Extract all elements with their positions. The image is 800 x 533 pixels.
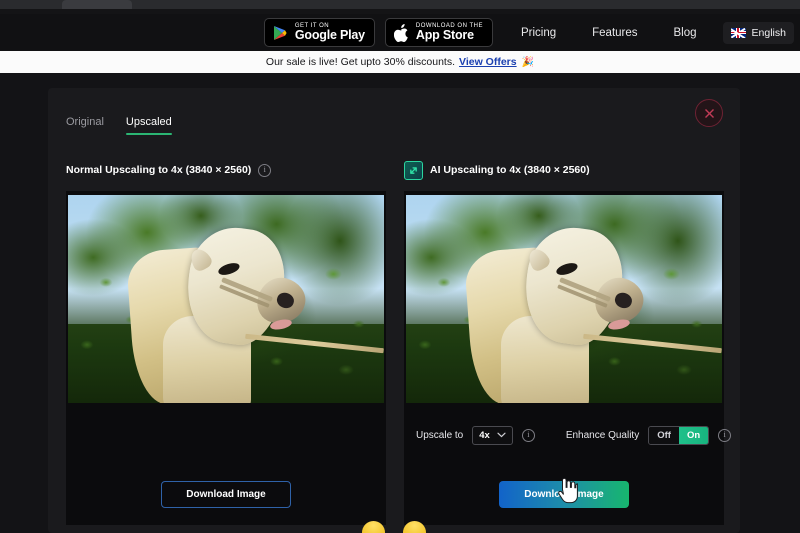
horse-image-normal bbox=[68, 195, 384, 403]
ai-upscale-title: AI Upscaling to 4x (3840 × 2560) bbox=[430, 164, 590, 176]
enhance-quality-toggle[interactable]: Off On bbox=[648, 426, 710, 445]
sale-banner-text: Our sale is live! Get upto 30% discounts… bbox=[265, 56, 456, 68]
download-image-button-normal[interactable]: Download Image bbox=[161, 480, 291, 508]
language-selector[interactable]: English bbox=[722, 21, 794, 44]
upscale-info-icon[interactable]: i bbox=[521, 429, 535, 442]
apple-icon bbox=[393, 23, 410, 42]
normal-upscale-title: Normal Upscaling to 4x (3840 × 2560) bbox=[66, 164, 252, 176]
upscale-to-label: Upscale to bbox=[416, 430, 464, 441]
close-icon[interactable] bbox=[695, 99, 723, 127]
enhance-quality-label: Enhance Quality bbox=[565, 430, 640, 441]
nav-link-pricing[interactable]: Pricing bbox=[503, 27, 574, 39]
google-play-badge[interactable]: GET IT ON Google Play bbox=[263, 18, 375, 47]
info-icon[interactable]: i bbox=[258, 163, 272, 177]
google-play-icon bbox=[272, 23, 289, 42]
ai-upscale-footer: Upscale to 4x i Enhance Quality Off On i… bbox=[404, 413, 732, 525]
ai-upscale-panel: AI Upscaling to 4x (3840 × 2560) Upscale… bbox=[404, 160, 732, 525]
tab-upscaled[interactable]: Upscaled bbox=[125, 116, 172, 135]
ai-upscale-controls: Upscale to 4x i Enhance Quality Off On i bbox=[416, 426, 732, 445]
ai-upscale-icon bbox=[404, 160, 423, 180]
top-navigation: GET IT ON Google Play Download on the Ap… bbox=[0, 14, 800, 51]
enhance-quality-on[interactable]: On bbox=[678, 427, 709, 444]
view-tabs: Original Upscaled bbox=[66, 116, 722, 135]
chevron-down-icon bbox=[497, 430, 506, 441]
uk-flag-icon bbox=[730, 27, 746, 38]
page-body: Original Upscaled Normal Upscaling to 4x… bbox=[0, 73, 800, 533]
download-image-button-ai[interactable]: Download Image bbox=[499, 480, 629, 508]
normal-upscale-image-card bbox=[66, 191, 386, 413]
comparison-panels: Normal Upscaling to 4x (3840 × 2560) i D… bbox=[66, 160, 732, 525]
horse-image-ai bbox=[406, 195, 722, 403]
upscale-factor-value: 4x bbox=[479, 430, 490, 441]
party-popper-icon: 🎉 bbox=[521, 56, 535, 68]
upscale-result-modal: Original Upscaled Normal Upscaling to 4x… bbox=[48, 88, 740, 533]
enhance-quality-off[interactable]: Off bbox=[649, 427, 679, 444]
tab-original[interactable]: Original bbox=[66, 116, 104, 135]
nav-link-features[interactable]: Features bbox=[574, 27, 655, 39]
ai-upscale-image-card bbox=[404, 191, 724, 413]
browser-tab[interactable] bbox=[62, 0, 132, 9]
app-store-badge[interactable]: Download on the App Store bbox=[384, 18, 493, 47]
app-store-label: App Store bbox=[415, 28, 474, 43]
enhance-info-icon[interactable]: i bbox=[718, 429, 732, 442]
sale-banner: Our sale is live! Get upto 30% discounts… bbox=[0, 51, 800, 73]
screen: GET IT ON Google Play Download on the Ap… bbox=[0, 0, 800, 533]
normal-upscale-footer: Download Image bbox=[66, 413, 386, 525]
view-offers-link[interactable]: View Offers bbox=[459, 56, 517, 68]
google-play-label: Google Play bbox=[294, 28, 365, 43]
normal-upscale-panel: Normal Upscaling to 4x (3840 × 2560) i D… bbox=[66, 161, 386, 525]
nav-link-blog[interactable]: Blog bbox=[656, 27, 715, 39]
language-label: English bbox=[751, 26, 786, 39]
normal-upscale-header: Normal Upscaling to 4x (3840 × 2560) i bbox=[66, 161, 386, 179]
ai-upscale-header: AI Upscaling to 4x (3840 × 2560) bbox=[404, 160, 724, 180]
upscale-factor-select[interactable]: 4x bbox=[472, 426, 513, 445]
